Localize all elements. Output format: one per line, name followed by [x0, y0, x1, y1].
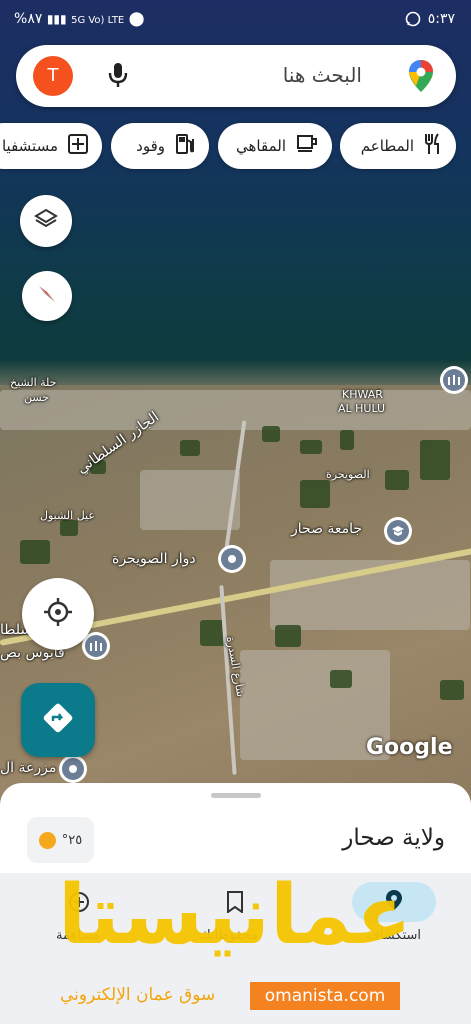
sun-icon [38, 831, 56, 849]
network-text: 5G Vo) LTE [71, 15, 125, 26]
map-label-sohar-university: جامعة صحار [291, 521, 363, 537]
chip-hospitals[interactable]: مستشفيا [0, 123, 102, 169]
drag-handle[interactable] [211, 793, 261, 798]
map-label-hillat-shaikh: حلة الشيخ [10, 376, 57, 389]
map-label-hasan: حسن [24, 391, 49, 404]
chip-label: مستشفيا [1, 137, 58, 155]
chip-label: وقود [136, 137, 165, 155]
watermark-tagline: سوق عمان الإلكتروني [60, 985, 216, 1005]
urban-strip [0, 390, 471, 430]
shoreline [0, 360, 471, 388]
battery-text: %٨٧ [14, 11, 43, 27]
chip-label: المطاعم [360, 137, 414, 155]
status-bar: %٨٧ ▮▮▮ 5G Vo) LTE ⬤ ٥:٣٧ [0, 0, 471, 40]
roundabout-pin-icon[interactable] [218, 545, 246, 573]
chip-restaurants[interactable]: المطاعم [340, 123, 456, 169]
field [300, 480, 330, 508]
farm-pin-icon[interactable] [59, 755, 87, 783]
search-input[interactable]: البحث هنا [283, 63, 362, 87]
field [385, 470, 409, 490]
poi-landmark-icon[interactable] [440, 366, 468, 394]
watermark-brand: عمانيستا [58, 868, 416, 963]
field [340, 430, 354, 450]
whatsapp-icon [405, 11, 421, 31]
map-label-roundabout: دوار الصويحرة [112, 551, 196, 567]
fork-knife-icon [424, 133, 442, 159]
map-label-khwar: KHWAR [342, 388, 383, 401]
gas-pump-icon [175, 133, 195, 159]
field [20, 540, 50, 564]
watermark-url: omanista.com [250, 982, 400, 1010]
signal-icon: ▮▮▮ [46, 12, 67, 26]
field [440, 680, 464, 700]
map-label-farm: مزرعة ال [0, 760, 57, 776]
map-label-suwaihra: الصويحرة [326, 468, 370, 481]
layers-icon [34, 207, 58, 235]
weather-chip[interactable]: °٢٥ [27, 817, 94, 863]
field [420, 440, 450, 480]
compass-icon [35, 282, 59, 310]
layers-button[interactable] [20, 195, 72, 247]
field [275, 625, 301, 647]
chip-fuel[interactable]: وقود [111, 123, 209, 169]
temperature: °٢٥ [61, 832, 83, 848]
crosshair-icon [43, 597, 73, 631]
map-label-ghayl: غيل الشبول [40, 509, 95, 522]
field [300, 440, 322, 454]
location-icon: ⬤ [128, 11, 145, 27]
urban-block [140, 470, 240, 530]
chip-cafes[interactable]: المقاهي [218, 123, 332, 169]
field [60, 520, 78, 536]
university-icon[interactable] [384, 517, 412, 545]
map-label-al-hulu: AL HULU [338, 402, 386, 415]
google-logo: Google [366, 735, 453, 760]
field [262, 426, 280, 442]
directions-icon [42, 702, 74, 738]
my-location-button[interactable] [22, 578, 94, 650]
status-left: %٨٧ ▮▮▮ 5G Vo) LTE ⬤ [14, 11, 144, 27]
directions-button[interactable] [21, 683, 95, 757]
chip-label: المقاهي [236, 137, 286, 155]
search-bar[interactable]: T البحث هنا [16, 45, 456, 107]
coffee-cup-icon [296, 134, 318, 158]
google-maps-pin-icon [408, 59, 434, 97]
field [180, 440, 200, 456]
avatar[interactable]: T [33, 56, 73, 96]
microphone-icon[interactable] [108, 61, 128, 93]
hospital-plus-icon [68, 134, 88, 158]
field [330, 670, 352, 688]
clock: ٥:٣٧ [427, 11, 455, 27]
compass-button[interactable] [22, 271, 72, 321]
region-title: ولاية صحار [342, 825, 445, 851]
